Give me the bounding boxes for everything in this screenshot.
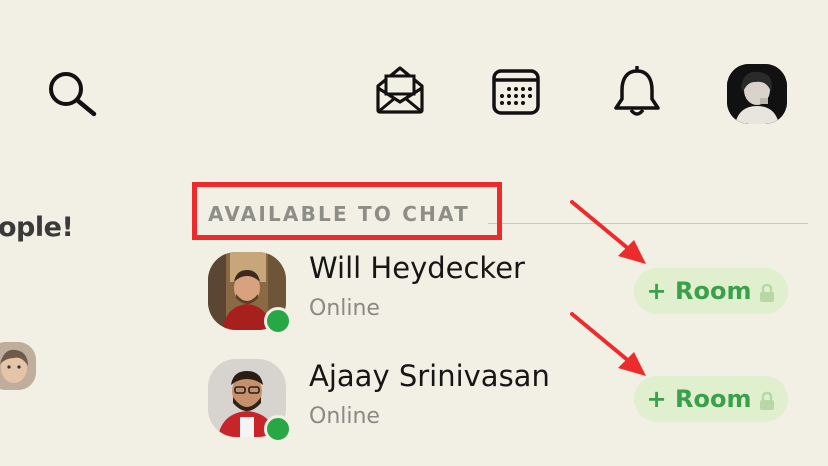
user-status: Online (309, 404, 380, 429)
search-icon[interactable] (46, 70, 98, 118)
user-name[interactable]: Ajaay Srinivasan (309, 359, 550, 393)
annotation-highlight-box (192, 182, 502, 240)
lock-icon (759, 389, 775, 410)
online-status-dot (264, 415, 292, 443)
user-name[interactable]: Will Heydecker (309, 251, 525, 285)
calendar-icon[interactable] (491, 66, 541, 116)
envelope-open-icon[interactable] (374, 64, 426, 116)
online-status-dot (264, 307, 292, 335)
partial-user-avatar[interactable] (0, 342, 36, 390)
lock-icon (759, 281, 775, 302)
annotation-arrow (568, 198, 650, 274)
start-room-button[interactable]: + Room (634, 376, 788, 422)
user-status: Online (309, 296, 380, 321)
annotation-arrow (568, 310, 650, 386)
room-button-label: + Room (646, 385, 752, 413)
profile-avatar[interactable] (727, 64, 787, 124)
start-room-button[interactable]: + Room (634, 268, 788, 314)
partial-greeting-text: ople! (0, 212, 74, 243)
bell-icon[interactable] (612, 66, 662, 120)
room-button-label: + Room (646, 277, 752, 305)
